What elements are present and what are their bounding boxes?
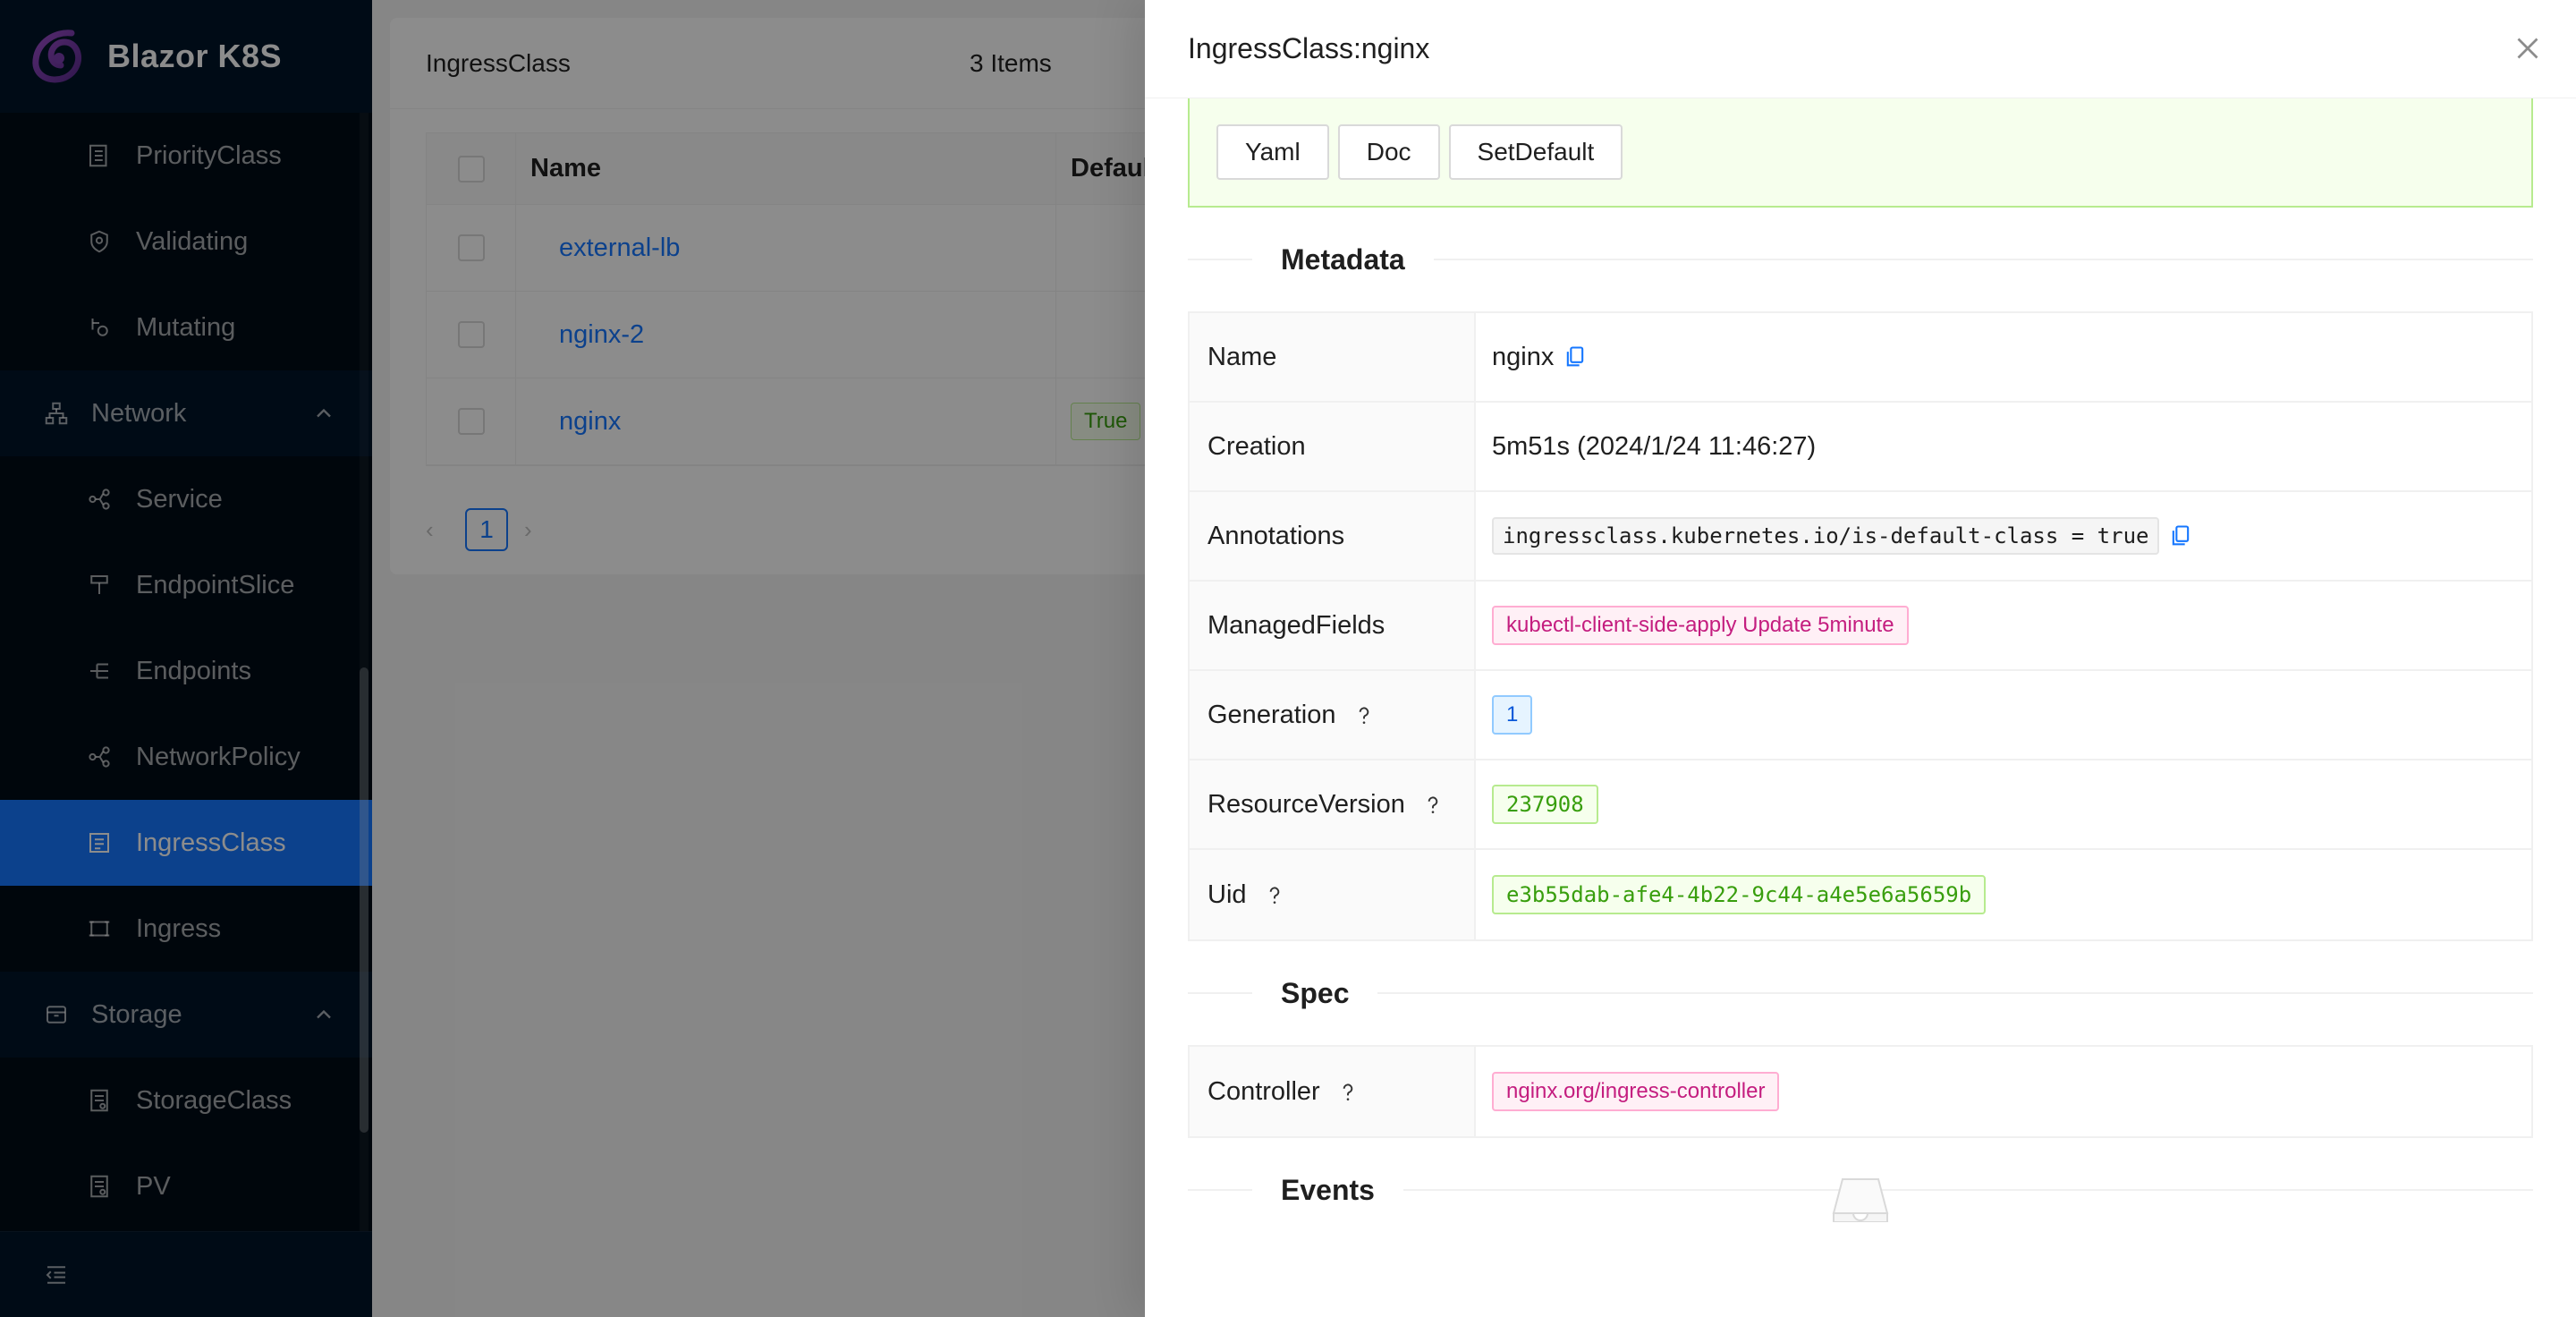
metadata-descriptions: Name nginx Creation 5m51s (2024/1/24 11:… xyxy=(1188,311,2533,941)
desc-row-resourceversion: ResourceVersion 237908 xyxy=(1190,760,2531,850)
generation-tag: 1 xyxy=(1492,695,1533,735)
section-title-events: Events xyxy=(1281,1173,1375,1206)
annotation-tag: ingressclass.kubernetes.io/is-default-cl… xyxy=(1492,517,2160,555)
close-icon[interactable] xyxy=(2512,32,2544,64)
desc-label: Name xyxy=(1190,313,1476,401)
drawer-header: IngressClass:nginx xyxy=(1145,0,2576,98)
drawer-title: IngressClass:nginx xyxy=(1188,32,1430,64)
section-title-metadata: Metadata xyxy=(1281,242,1405,276)
desc-label: ResourceVersion xyxy=(1208,789,1405,819)
doc-button[interactable]: Doc xyxy=(1337,124,1440,180)
desc-row-annotations: Annotations ingressclass.kubernetes.io/i… xyxy=(1190,492,2531,582)
desc-label: Uid xyxy=(1208,879,1247,909)
spec-divider: Spec xyxy=(1188,941,2533,1045)
controller-tag: nginx.org/ingress-controller xyxy=(1492,1072,1780,1111)
help-icon[interactable] xyxy=(1352,703,1376,726)
name-value: nginx xyxy=(1492,342,1555,371)
uid-tag: e3b55dab-afe4-4b22-9c44-a4e5e6a5659b xyxy=(1492,875,1987,914)
help-icon[interactable] xyxy=(1336,1080,1360,1103)
set-default-button[interactable]: SetDefault xyxy=(1448,124,1623,180)
action-panel: Yaml Doc SetDefault xyxy=(1188,98,2533,208)
drawer-body: Yaml Doc SetDefault Metadata Name nginx … xyxy=(1188,98,2533,1242)
desc-label: Creation xyxy=(1190,403,1476,490)
metadata-divider: Metadata xyxy=(1188,208,2533,311)
desc-label: ManagedFields xyxy=(1190,582,1476,669)
desc-row-creation: Creation 5m51s (2024/1/24 11:46:27) xyxy=(1190,403,2531,492)
spec-descriptions: Controller nginx.org/ingress-controller xyxy=(1188,1045,2533,1138)
desc-row-uid: Uid e3b55dab-afe4-4b22-9c44-a4e5e6a5659b xyxy=(1190,850,2531,939)
drawer-mask[interactable] xyxy=(0,0,1145,1317)
empty-inbox-icon xyxy=(1832,1178,1889,1222)
desc-label: Annotations xyxy=(1190,492,1476,580)
creation-value: 5m51s (2024/1/24 11:46:27) xyxy=(1492,431,1817,461)
yaml-button[interactable]: Yaml xyxy=(1216,124,1329,180)
desc-row-generation: Generation 1 xyxy=(1190,671,2531,760)
detail-drawer: IngressClass:nginx Yaml Doc SetDefault M… xyxy=(1145,0,2576,1317)
desc-row-controller: Controller nginx.org/ingress-controller xyxy=(1190,1047,2531,1136)
copy-icon[interactable] xyxy=(1564,344,1586,370)
help-icon[interactable] xyxy=(1421,793,1445,816)
desc-row-managedfields: ManagedFields kubectl-client-side-apply … xyxy=(1190,582,2531,671)
section-title-spec: Spec xyxy=(1281,976,1350,1009)
resourceversion-tag: 237908 xyxy=(1492,785,1598,824)
desc-label: Controller xyxy=(1208,1076,1320,1106)
desc-label: Generation xyxy=(1208,700,1336,729)
help-icon[interactable] xyxy=(1263,883,1286,906)
managedfields-tag[interactable]: kubectl-client-side-apply Update 5minute xyxy=(1492,606,1909,645)
copy-icon[interactable] xyxy=(2170,523,2191,548)
desc-row-name: Name nginx xyxy=(1190,313,2531,403)
